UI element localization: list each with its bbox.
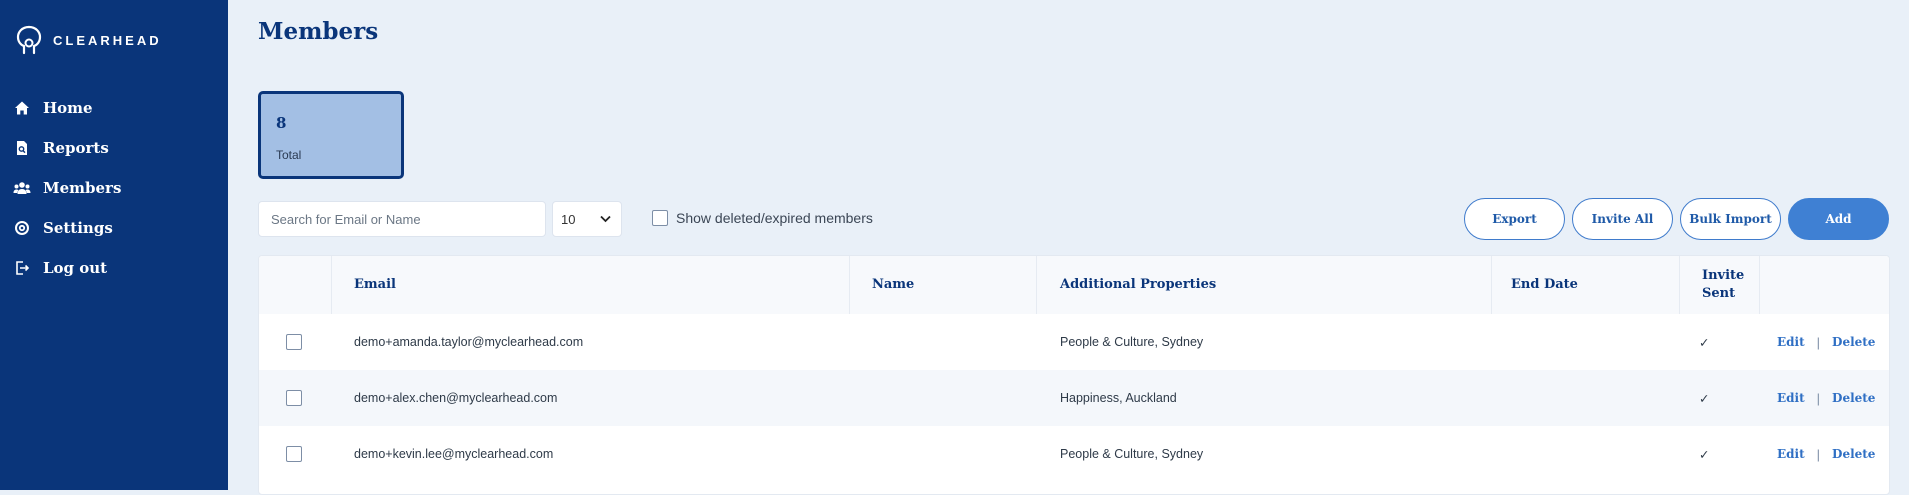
- column-divider: [1491, 256, 1492, 314]
- delete-link[interactable]: Delete: [1832, 391, 1875, 405]
- column-divider: [331, 256, 332, 314]
- column-divider: [1679, 256, 1680, 314]
- edit-link[interactable]: Edit: [1777, 447, 1805, 461]
- table-row: demo+kevin.lee@myclearhead.com People & …: [259, 426, 1889, 482]
- column-divider: [1759, 256, 1760, 314]
- search-input[interactable]: [258, 201, 546, 237]
- member-additional-properties: People & Culture, Sydney: [1060, 335, 1204, 349]
- sidebar-item-label: Settings: [43, 219, 113, 237]
- sidebar-item-settings[interactable]: Settings: [0, 208, 228, 248]
- show-deleted-toggle: Show deleted/expired members: [652, 210, 873, 226]
- page-size-value: 10: [561, 211, 576, 227]
- table-row: demo+amanda.taylor@myclearhead.com Peopl…: [259, 314, 1889, 370]
- home-icon: [13, 99, 31, 117]
- row-select-checkbox[interactable]: [286, 390, 302, 406]
- sidebar-item-reports[interactable]: Reports: [0, 128, 228, 168]
- chevron-down-icon: [600, 215, 611, 223]
- total-count: 8: [276, 114, 287, 132]
- delete-link[interactable]: Delete: [1832, 335, 1875, 349]
- invite-sent-check: ✓: [1699, 335, 1710, 350]
- row-select-checkbox[interactable]: [286, 334, 302, 350]
- report-icon: [13, 139, 31, 157]
- invite-all-button[interactable]: Invite All: [1572, 198, 1673, 240]
- bulk-import-button[interactable]: Bulk Import: [1680, 198, 1781, 240]
- members-icon: [13, 179, 31, 197]
- sidebar-item-label: Reports: [43, 139, 109, 157]
- action-separator: |: [1816, 390, 1821, 406]
- row-actions: Edit | Delete: [1777, 314, 1875, 370]
- row-select-checkbox[interactable]: [286, 446, 302, 462]
- invite-sent-check: ✓: [1699, 447, 1710, 462]
- action-separator: |: [1816, 446, 1821, 462]
- brand-logo[interactable]: CLEARHEAD: [15, 24, 162, 56]
- edit-link[interactable]: Edit: [1777, 391, 1805, 405]
- sidebar-item-label: Members: [43, 179, 122, 197]
- sidebar-item-home[interactable]: Home: [0, 88, 228, 128]
- member-email: demo+kevin.lee@myclearhead.com: [354, 447, 554, 461]
- clearhead-logo-icon: [16, 25, 42, 55]
- member-additional-properties: Happiness, Auckland: [1060, 391, 1177, 405]
- table-row: demo+alex.chen@myclearhead.com Happiness…: [259, 370, 1889, 426]
- invite-sent-header-line2: Sent: [1702, 286, 1736, 301]
- show-deleted-label: Show deleted/expired members: [676, 210, 873, 226]
- total-label: Total: [276, 148, 302, 162]
- column-divider: [849, 256, 850, 314]
- brand-name: CLEARHEAD: [53, 32, 162, 48]
- sidebar: CLEARHEAD Home Reports Members Settings: [0, 0, 228, 490]
- row-actions: Edit | Delete: [1777, 426, 1875, 482]
- row-actions: Edit | Delete: [1777, 370, 1875, 426]
- invite-sent-check: ✓: [1699, 391, 1710, 406]
- page-size-select[interactable]: 10: [552, 201, 622, 237]
- edit-link[interactable]: Edit: [1777, 335, 1805, 349]
- main-content: Members 8 Total 10 Show deleted/expired …: [228, 0, 1909, 495]
- member-email: demo+amanda.taylor@myclearhead.com: [354, 335, 584, 349]
- sidebar-item-label: Home: [43, 99, 93, 117]
- total-members-card: 8 Total: [258, 91, 404, 179]
- table-header: Email Name Additional Properties End Dat…: [259, 256, 1889, 314]
- column-header-name: Name: [872, 277, 915, 292]
- member-additional-properties: People & Culture, Sydney: [1060, 447, 1204, 461]
- member-email: demo+alex.chen@myclearhead.com: [354, 391, 558, 405]
- sidebar-nav: Home Reports Members Settings Log out: [0, 88, 228, 288]
- page-title: Members: [258, 18, 379, 45]
- add-button[interactable]: Add: [1788, 198, 1889, 240]
- column-header-additional-properties: Additional Properties: [1060, 277, 1217, 292]
- action-separator: |: [1816, 334, 1821, 350]
- sidebar-item-label: Log out: [43, 259, 108, 277]
- logout-icon: [13, 259, 31, 277]
- settings-icon: [13, 219, 31, 237]
- export-button[interactable]: Export: [1464, 198, 1565, 240]
- delete-link[interactable]: Delete: [1832, 447, 1875, 461]
- column-header-invite-sent: Invite Sent: [1702, 256, 1744, 314]
- members-table: Email Name Additional Properties End Dat…: [258, 255, 1890, 495]
- sidebar-item-members[interactable]: Members: [0, 168, 228, 208]
- show-deleted-checkbox[interactable]: [652, 210, 668, 226]
- sidebar-item-logout[interactable]: Log out: [0, 248, 228, 288]
- column-header-email: Email: [354, 277, 396, 292]
- invite-sent-header-line1: Invite: [1702, 268, 1745, 283]
- column-header-end-date: End Date: [1511, 277, 1578, 292]
- column-divider: [1036, 256, 1037, 314]
